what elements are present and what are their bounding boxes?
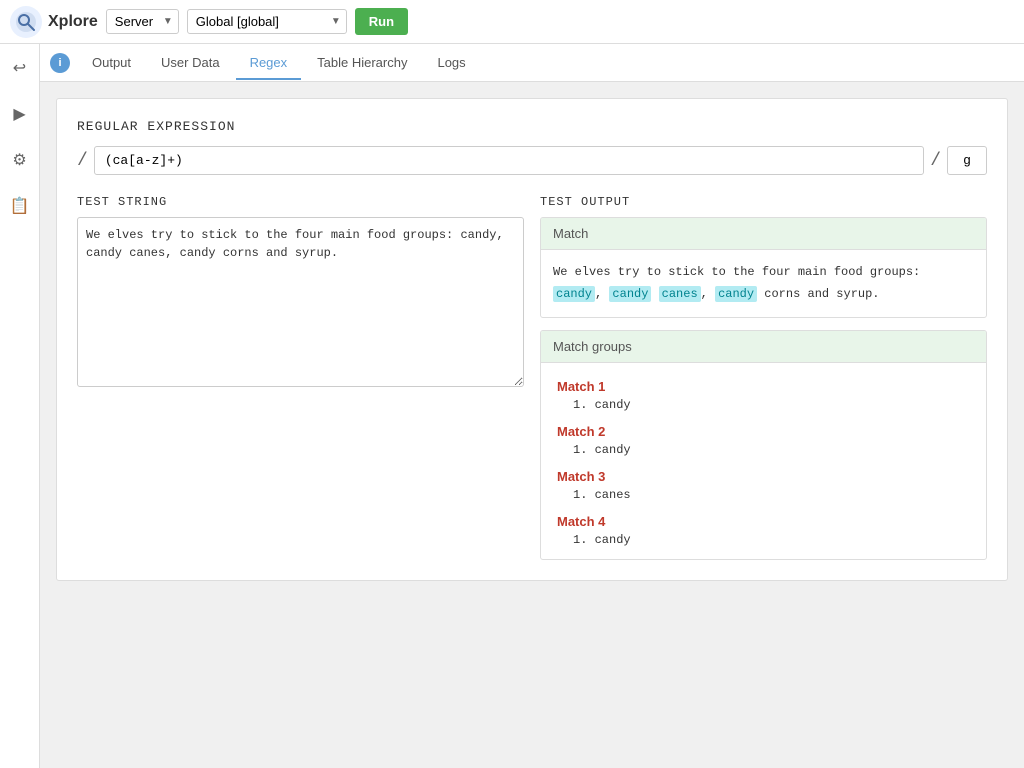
tab-output[interactable]: Output xyxy=(78,47,145,80)
regex-row: / / xyxy=(77,146,987,175)
app-logo: Xplore xyxy=(10,6,98,38)
sidebar-back-icon[interactable]: ↩ xyxy=(6,54,34,82)
panel-box: REGULAR EXPRESSION / / TEST STRING We el… xyxy=(56,98,1008,581)
run-button[interactable]: Run xyxy=(355,8,408,35)
match-body: We elves try to stick to the four main f… xyxy=(541,250,986,317)
content-panel: REGULAR EXPRESSION / / TEST STRING We el… xyxy=(40,82,1024,768)
sidebar-clipboard-icon[interactable]: 📋 xyxy=(6,192,34,220)
tabbar: i Output User Data Regex Table Hierarchy… xyxy=(40,44,1024,82)
highlight-candy-1: candy xyxy=(553,286,595,302)
sidebar-run-icon[interactable]: ▶ xyxy=(6,100,34,128)
slash-close: / xyxy=(930,151,941,171)
match-4-item-1: 1. candy xyxy=(557,533,970,547)
match-groups-header: Match groups xyxy=(541,331,986,363)
match-groups-box: Match groups Match 1 1. candy Match 2 1.… xyxy=(540,330,987,560)
col-left: TEST STRING We elves try to stick to the… xyxy=(77,195,524,560)
main-area: i Output User Data Regex Table Hierarchy… xyxy=(40,44,1024,768)
server-select[interactable]: Server xyxy=(106,9,179,34)
regex-input[interactable] xyxy=(94,146,924,175)
match-box: Match We elves try to stick to the four … xyxy=(540,217,987,318)
sidebar: ↩ ▶ ⚙ 📋 xyxy=(0,44,40,768)
tab-regex[interactable]: Regex xyxy=(236,47,302,80)
match-2-title: Match 2 xyxy=(557,424,970,439)
match-header: Match xyxy=(541,218,986,250)
match-2-item-1: 1. candy xyxy=(557,443,970,457)
global-select-wrapper[interactable]: Global [global] ▼ xyxy=(187,9,347,34)
app-title: Xplore xyxy=(48,13,98,31)
match-4-title: Match 4 xyxy=(557,514,970,529)
match-groups-body: Match 1 1. candy Match 2 1. candy Match … xyxy=(541,363,986,559)
col-right: TEST OUTPUT Match We elves try to stick … xyxy=(540,195,987,560)
info-icon[interactable]: i xyxy=(50,53,70,73)
sidebar-settings-icon[interactable]: ⚙ xyxy=(6,146,34,174)
global-select[interactable]: Global [global] xyxy=(187,9,347,34)
slash-open: / xyxy=(77,151,88,171)
match-1-title: Match 1 xyxy=(557,379,970,394)
tab-table-hierarchy[interactable]: Table Hierarchy xyxy=(303,47,421,80)
match-1-item-1: 1. candy xyxy=(557,398,970,412)
highlight-canes: canes xyxy=(659,286,701,302)
two-col: TEST STRING We elves try to stick to the… xyxy=(77,195,987,560)
test-output-title: TEST OUTPUT xyxy=(540,195,987,209)
regex-section-title: REGULAR EXPRESSION xyxy=(77,119,987,134)
server-select-wrapper[interactable]: Server ▼ xyxy=(106,9,179,34)
tab-logs[interactable]: Logs xyxy=(423,47,479,80)
match-3-item-1: 1. canes xyxy=(557,488,970,502)
layout: ↩ ▶ ⚙ 📋 i Output User Data Regex Table H… xyxy=(0,44,1024,768)
highlight-candy-3: candy xyxy=(715,286,757,302)
test-string-title: TEST STRING xyxy=(77,195,524,209)
test-string-textarea[interactable]: We elves try to stick to the four main f… xyxy=(77,217,524,387)
topbar: Xplore Server ▼ Global [global] ▼ Run xyxy=(0,0,1024,44)
match-3-title: Match 3 xyxy=(557,469,970,484)
tab-user-data[interactable]: User Data xyxy=(147,47,234,80)
highlight-candy-2: candy xyxy=(609,286,651,302)
logo-icon xyxy=(10,6,42,38)
flag-input[interactable] xyxy=(947,146,987,175)
